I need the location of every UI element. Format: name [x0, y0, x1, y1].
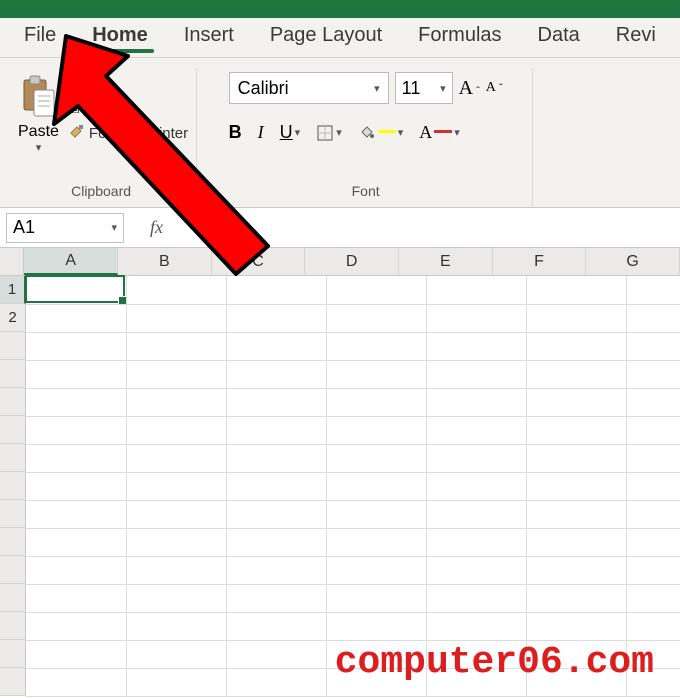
fill-color-button[interactable]: ▾: [358, 124, 404, 142]
chevron-down-icon: ▾: [454, 126, 460, 139]
column-header-b[interactable]: B: [118, 248, 212, 275]
clipboard-icon: [18, 74, 58, 123]
font-color-bar: [434, 130, 452, 133]
bold-button[interactable]: B: [229, 122, 242, 143]
decrease-font-button[interactable]: Aˇ: [486, 80, 503, 96]
chevron-down-icon: ▾: [336, 126, 342, 139]
fx-label[interactable]: fx: [150, 217, 163, 238]
row-header[interactable]: [0, 444, 26, 472]
cut-button[interactable]: ✂: [69, 76, 188, 94]
increase-font-button[interactable]: Aˆ: [459, 77, 480, 100]
font-group-label: Font: [352, 183, 380, 203]
font-color-letter: A: [419, 122, 432, 143]
borders-button[interactable]: ▾: [316, 124, 342, 142]
row-header[interactable]: [0, 360, 26, 388]
column-header-e[interactable]: E: [399, 248, 493, 275]
row-header[interactable]: [0, 416, 26, 444]
copy-icon: ⧉: [69, 100, 80, 117]
tab-insert[interactable]: Insert: [178, 18, 240, 57]
fill-color-bar: [378, 130, 396, 133]
chevron-down-icon: ▾: [36, 141, 42, 154]
column-header-a[interactable]: A: [24, 248, 118, 275]
row-header[interactable]: [0, 388, 26, 416]
row-header-1[interactable]: 1: [0, 276, 26, 304]
tab-formulas[interactable]: Formulas: [412, 18, 507, 57]
chevron-down-icon: ▾: [374, 82, 380, 95]
row-header[interactable]: [0, 668, 26, 696]
format-painter-label: Format Painter: [89, 125, 188, 142]
chevron-down-icon: ▾: [440, 82, 446, 95]
tab-file[interactable]: File: [18, 18, 62, 57]
underline-button[interactable]: U ▾: [280, 122, 301, 143]
chevron-down-icon: ▾: [295, 126, 301, 139]
column-header-g[interactable]: G: [586, 248, 680, 275]
clipboard-group-label: Clipboard: [71, 183, 131, 203]
column-headers: A B C D E F G: [0, 248, 680, 276]
formula-input[interactable]: [175, 213, 680, 243]
font-group: Calibri ▾ 11 ▾ Aˆ Aˇ B I U ▾: [203, 68, 533, 207]
border-icon: [316, 124, 334, 142]
ribbon-tabs: File Home Insert Page Layout Formulas Da…: [0, 18, 680, 58]
row-header[interactable]: [0, 528, 26, 556]
paint-bucket-icon: [358, 124, 376, 142]
row-header[interactable]: [0, 584, 26, 612]
ribbon: Paste ▾ ✂ ⧉ y ▾ Format Painter: [0, 58, 680, 208]
row-header[interactable]: [0, 332, 26, 360]
alignment-group: [539, 68, 579, 207]
tab-data[interactable]: Data: [532, 18, 586, 57]
font-name-value: Calibri: [238, 78, 289, 99]
paintbrush-icon: [69, 123, 85, 143]
column-header-c[interactable]: C: [212, 248, 306, 275]
column-header-d[interactable]: D: [305, 248, 399, 275]
chevron-down-icon: ▾: [111, 221, 117, 234]
name-box[interactable]: A1 ▾: [6, 213, 124, 243]
formula-bar: A1 ▾ fx: [0, 208, 680, 248]
paste-button[interactable]: Paste ▾: [14, 72, 63, 156]
cell-area[interactable]: [26, 276, 680, 696]
tab-review[interactable]: Revi: [610, 18, 662, 57]
row-header[interactable]: [0, 500, 26, 528]
tab-page-layout[interactable]: Page Layout: [264, 18, 388, 57]
column-header-f[interactable]: F: [493, 248, 587, 275]
scissors-icon: ✂: [69, 76, 82, 94]
row-header[interactable]: [0, 472, 26, 500]
select-all-corner[interactable]: [0, 248, 24, 275]
selection-a1: [25, 275, 125, 303]
row-header[interactable]: [0, 556, 26, 584]
watermark-text: computer06.com: [335, 641, 654, 684]
chevron-down-icon: ▾: [95, 102, 101, 115]
italic-button[interactable]: I: [258, 122, 264, 143]
row-header[interactable]: [0, 612, 26, 640]
font-size-select[interactable]: 11 ▾: [395, 72, 453, 104]
row-header-2[interactable]: 2: [0, 304, 26, 332]
underline-label: U: [280, 122, 293, 143]
title-bar: [0, 0, 680, 18]
copy-partial-label: y: [84, 100, 92, 117]
decrease-font-label: A: [486, 80, 496, 96]
font-name-select[interactable]: Calibri ▾: [229, 72, 389, 104]
font-color-button[interactable]: A ▾: [419, 122, 460, 143]
row-headers: 1 2: [0, 276, 26, 696]
font-size-value: 11: [402, 78, 421, 99]
tab-home[interactable]: Home: [86, 18, 154, 57]
spreadsheet-grid: A B C D E F G 1 2: [0, 248, 680, 698]
name-box-value: A1: [13, 217, 35, 238]
paste-label: Paste: [18, 123, 59, 141]
format-painter-button[interactable]: Format Painter: [69, 123, 188, 143]
row-header[interactable]: [0, 640, 26, 668]
clipboard-group: Paste ▾ ✂ ⧉ y ▾ Format Painter: [10, 68, 197, 207]
chevron-down-icon: ▾: [398, 126, 404, 139]
copy-button[interactable]: ⧉ y ▾: [69, 100, 188, 117]
increase-font-label: A: [459, 77, 473, 100]
